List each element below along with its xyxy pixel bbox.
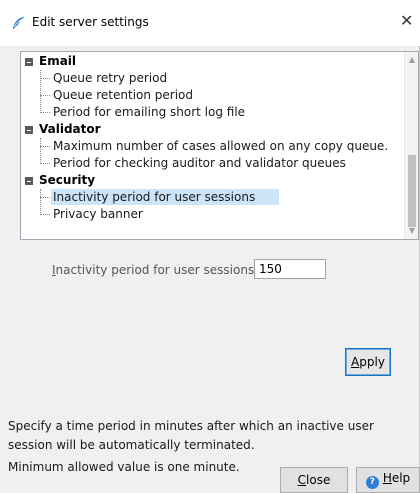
- tree-connector: [40, 146, 50, 147]
- tree-connector: [40, 70, 41, 113]
- tree-item[interactable]: Maximum number of cases allowed on any c…: [53, 138, 388, 155]
- tree-item-label: Inactivity period for user sessions: [53, 190, 256, 204]
- tree-item[interactable]: Queue retention period: [53, 87, 193, 104]
- tree-group-label: Validator: [39, 122, 101, 136]
- tree-item-label: Period for emailing short log file: [53, 105, 246, 119]
- scroll-down-icon[interactable]: ▼: [407, 226, 417, 236]
- tree-item-label: Maximum number of cases allowed on any c…: [53, 139, 389, 153]
- tree-item[interactable]: Period for checking auditor and validato…: [53, 155, 346, 172]
- tree-item[interactable]: Period for emailing short log file: [53, 104, 245, 121]
- scroll-up-icon[interactable]: ▲: [407, 55, 417, 65]
- tree-connector: [40, 197, 50, 198]
- tree-item-selected[interactable]: Inactivity period for user sessions: [53, 189, 255, 206]
- setting-label-text: nactivity period for user sessions: [55, 263, 255, 277]
- accelerator-key: C: [297, 473, 307, 487]
- setting-label: Inactivity period for user sessions: [52, 263, 254, 277]
- tree-item-label: Privacy banner: [53, 207, 143, 221]
- help-label: elp: [391, 471, 411, 485]
- apply-label: pply: [359, 355, 385, 369]
- app-icon: [13, 17, 25, 29]
- tree-group-label: Security: [39, 173, 96, 187]
- inactivity-period-input[interactable]: [254, 259, 326, 279]
- tree-item-label: Queue retry period: [53, 71, 168, 85]
- tree-group-label: Email: [39, 54, 77, 68]
- tree-connector: [40, 163, 50, 164]
- tree-connector: [40, 78, 50, 79]
- accelerator-key: H: [382, 471, 392, 485]
- tree-item-label: Queue retention period: [53, 88, 194, 102]
- setting-hint: Minimum allowed value is one minute.: [8, 460, 240, 474]
- window-title: Edit server settings: [32, 15, 149, 29]
- tree-connector: [40, 189, 41, 215]
- tree-connector: [40, 138, 41, 164]
- apply-button[interactable]: Apply: [345, 348, 391, 376]
- settings-tree[interactable]: Email Queue retry period Queue retention…: [20, 51, 419, 240]
- tree-item[interactable]: Queue retry period: [53, 70, 167, 87]
- title-bar: Edit server settings ✕: [0, 0, 420, 46]
- help-icon: ?: [365, 476, 379, 489]
- close-label: lose: [306, 473, 331, 487]
- tree-item-label: Period for checking auditor and validato…: [53, 156, 346, 170]
- scroll-thumb[interactable]: [408, 155, 416, 227]
- tree-item[interactable]: Privacy banner: [53, 206, 143, 223]
- help-button[interactable]: ? Help: [356, 467, 420, 493]
- close-button[interactable]: Close: [280, 467, 348, 493]
- collapse-icon[interactable]: [25, 58, 33, 66]
- setting-description: Specify a time period in minutes after w…: [8, 419, 374, 452]
- tree-connector: [40, 95, 50, 96]
- tree-connector: [40, 214, 50, 215]
- collapse-icon[interactable]: [25, 177, 33, 185]
- close-window-icon[interactable]: ✕: [400, 11, 413, 30]
- collapse-icon[interactable]: [25, 126, 33, 134]
- dialog-window: Edit server settings ✕ Email Queue retry…: [0, 0, 420, 493]
- vertical-scrollbar[interactable]: ▲ ▼: [404, 52, 418, 239]
- tree-connector: [40, 112, 50, 113]
